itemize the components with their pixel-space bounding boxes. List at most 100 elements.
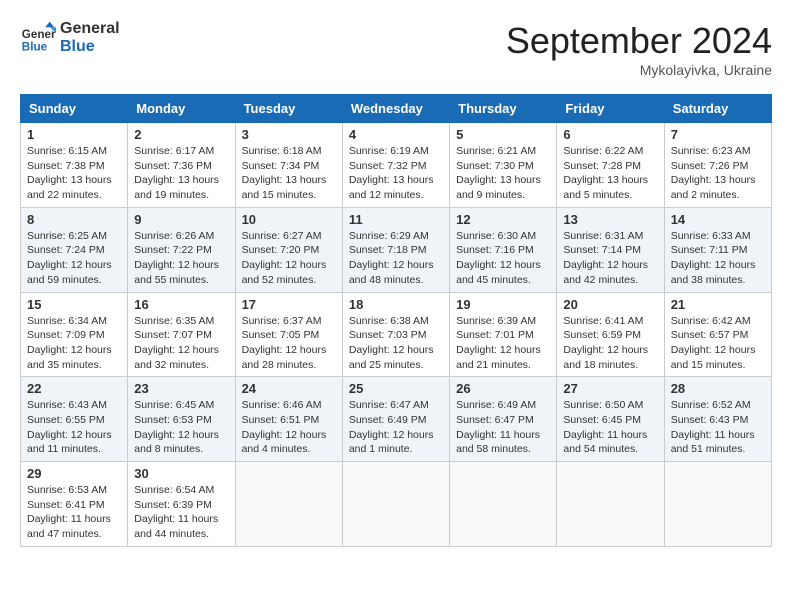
day-info: Sunrise: 6:26 AM Sunset: 7:22 PM Dayligh… — [134, 229, 228, 288]
header-wednesday: Wednesday — [342, 95, 449, 123]
table-row: 6 Sunrise: 6:22 AM Sunset: 7:28 PM Daylig… — [557, 123, 664, 208]
day-number: 24 — [242, 381, 336, 396]
table-row: 29Sunrise: 6:53 AM Sunset: 6:41 PM Dayli… — [21, 462, 128, 547]
location: Mykolayivka, Ukraine — [506, 62, 772, 78]
table-row: 12 Sunrise: 6:30 AM Sunset: 7:16 PM Dayli… — [450, 207, 557, 292]
day-info: Sunrise: 6:21 AM Sunset: 7:30 PM Dayligh… — [456, 144, 550, 203]
day-info: Sunrise: 6:52 AM Sunset: 6:43 PM Dayligh… — [671, 398, 765, 457]
header-sunday: Sunday — [21, 95, 128, 123]
day-number: 10 — [242, 212, 336, 227]
day-info: Sunrise: 6:22 AM Sunset: 7:28 PM Dayligh… — [563, 144, 657, 203]
logo-blue: Blue — [60, 38, 120, 56]
table-row: 5 Sunrise: 6:21 AM Sunset: 7:30 PM Daylig… — [450, 123, 557, 208]
table-row: 10 Sunrise: 6:27 AM Sunset: 7:20 PM Dayli… — [235, 207, 342, 292]
logo-general: General — [60, 20, 120, 38]
day-info: Sunrise: 6:43 AM Sunset: 6:55 PM Dayligh… — [27, 398, 121, 457]
header-monday: Monday — [128, 95, 235, 123]
table-row: 23 Sunrise: 6:45 AM Sunset: 6:53 PM Dayli… — [128, 377, 235, 462]
day-number: 6 — [563, 127, 657, 142]
day-number: 14 — [671, 212, 765, 227]
day-number: 20 — [563, 297, 657, 312]
day-info: Sunrise: 6:37 AM Sunset: 7:05 PM Dayligh… — [242, 314, 336, 373]
day-info: Sunrise: 6:39 AM Sunset: 7:01 PM Dayligh… — [456, 314, 550, 373]
day-number: 29 — [27, 466, 121, 481]
table-row — [557, 462, 664, 547]
day-number: 28 — [671, 381, 765, 396]
table-row: 2Sunrise: 6:17 AM Sunset: 7:36 PM Daylig… — [128, 123, 235, 208]
table-row: 14 Sunrise: 6:33 AM Sunset: 7:11 PM Dayli… — [664, 207, 771, 292]
table-row: 22 Sunrise: 6:43 AM Sunset: 6:55 PM Dayli… — [21, 377, 128, 462]
table-row: 4 Sunrise: 6:19 AM Sunset: 7:32 PM Daylig… — [342, 123, 449, 208]
day-info: Sunrise: 6:49 AM Sunset: 6:47 PM Dayligh… — [456, 398, 550, 457]
svg-text:Blue: Blue — [22, 41, 48, 54]
table-row: 17 Sunrise: 6:37 AM Sunset: 7:05 PM Dayli… — [235, 292, 342, 377]
day-info: Sunrise: 6:34 AM Sunset: 7:09 PM Dayligh… — [27, 314, 121, 373]
table-row: 21 Sunrise: 6:42 AM Sunset: 6:57 PM Dayli… — [664, 292, 771, 377]
day-number: 21 — [671, 297, 765, 312]
day-info: Sunrise: 6:23 AM Sunset: 7:26 PM Dayligh… — [671, 144, 765, 203]
table-row: 26 Sunrise: 6:49 AM Sunset: 6:47 PM Dayli… — [450, 377, 557, 462]
day-number: 25 — [349, 381, 443, 396]
table-row: 1 Sunrise: 6:15 AM Sunset: 7:38 PM Daylig… — [21, 123, 128, 208]
day-info: Sunrise: 6:27 AM Sunset: 7:20 PM Dayligh… — [242, 229, 336, 288]
table-row: 19 Sunrise: 6:39 AM Sunset: 7:01 PM Dayli… — [450, 292, 557, 377]
header-tuesday: Tuesday — [235, 95, 342, 123]
day-number: 11 — [349, 212, 443, 227]
table-row: 28 Sunrise: 6:52 AM Sunset: 6:43 PM Dayli… — [664, 377, 771, 462]
day-info: Sunrise: 6:38 AM Sunset: 7:03 PM Dayligh… — [349, 314, 443, 373]
table-row: 15 Sunrise: 6:34 AM Sunset: 7:09 PM Dayli… — [21, 292, 128, 377]
day-info: Sunrise: 6:29 AM Sunset: 7:18 PM Dayligh… — [349, 229, 443, 288]
day-number: 8 — [27, 212, 121, 227]
day-number: 4 — [349, 127, 443, 142]
header-row: Sunday Monday Tuesday Wednesday Thursday… — [21, 95, 772, 123]
svg-text:General: General — [22, 28, 56, 41]
day-info: Sunrise: 6:33 AM Sunset: 7:11 PM Dayligh… — [671, 229, 765, 288]
day-info: Sunrise: 6:50 AM Sunset: 6:45 PM Dayligh… — [563, 398, 657, 457]
day-info: Sunrise: 6:30 AM Sunset: 7:16 PM Dayligh… — [456, 229, 550, 288]
day-info: Sunrise: 6:15 AM Sunset: 7:38 PM Dayligh… — [27, 144, 121, 203]
logo: General Blue General Blue — [20, 20, 120, 56]
day-info: Sunrise: 6:31 AM Sunset: 7:14 PM Dayligh… — [563, 229, 657, 288]
table-row: 3Sunrise: 6:18 AM Sunset: 7:34 PM Daylig… — [235, 123, 342, 208]
table-row: 20Sunrise: 6:41 AM Sunset: 6:59 PM Dayli… — [557, 292, 664, 377]
day-number: 7 — [671, 127, 765, 142]
day-info: Sunrise: 6:54 AM Sunset: 6:39 PM Dayligh… — [134, 483, 228, 542]
header-thursday: Thursday — [450, 95, 557, 123]
day-number: 16 — [134, 297, 228, 312]
day-number: 26 — [456, 381, 550, 396]
day-number: 5 — [456, 127, 550, 142]
day-number: 12 — [456, 212, 550, 227]
table-row — [450, 462, 557, 547]
day-number: 22 — [27, 381, 121, 396]
table-row: 24Sunrise: 6:46 AM Sunset: 6:51 PM Dayli… — [235, 377, 342, 462]
logo-icon: General Blue — [20, 20, 56, 56]
calendar: Sunday Monday Tuesday Wednesday Thursday… — [20, 94, 772, 547]
day-number: 15 — [27, 297, 121, 312]
day-number: 1 — [27, 127, 121, 142]
month-title: September 2024 — [506, 20, 772, 62]
day-number: 19 — [456, 297, 550, 312]
title-block: September 2024 Mykolayivka, Ukraine — [506, 20, 772, 78]
table-row — [664, 462, 771, 547]
table-row: 18Sunrise: 6:38 AM Sunset: 7:03 PM Dayli… — [342, 292, 449, 377]
header-saturday: Saturday — [664, 95, 771, 123]
day-number: 13 — [563, 212, 657, 227]
header-friday: Friday — [557, 95, 664, 123]
day-info: Sunrise: 6:47 AM Sunset: 6:49 PM Dayligh… — [349, 398, 443, 457]
calendar-row: 22 Sunrise: 6:43 AM Sunset: 6:55 PM Dayli… — [21, 377, 772, 462]
table-row — [342, 462, 449, 547]
table-row: 7 Sunrise: 6:23 AM Sunset: 7:26 PM Daylig… — [664, 123, 771, 208]
day-info: Sunrise: 6:45 AM Sunset: 6:53 PM Dayligh… — [134, 398, 228, 457]
day-info: Sunrise: 6:42 AM Sunset: 6:57 PM Dayligh… — [671, 314, 765, 373]
table-row: 25 Sunrise: 6:47 AM Sunset: 6:49 PM Dayli… — [342, 377, 449, 462]
day-number: 2 — [134, 127, 228, 142]
table-row — [235, 462, 342, 547]
calendar-row: 8Sunrise: 6:25 AM Sunset: 7:24 PM Daylig… — [21, 207, 772, 292]
table-row: 8Sunrise: 6:25 AM Sunset: 7:24 PM Daylig… — [21, 207, 128, 292]
day-info: Sunrise: 6:19 AM Sunset: 7:32 PM Dayligh… — [349, 144, 443, 203]
day-number: 23 — [134, 381, 228, 396]
table-row: 16Sunrise: 6:35 AM Sunset: 7:07 PM Dayli… — [128, 292, 235, 377]
day-number: 17 — [242, 297, 336, 312]
day-number: 9 — [134, 212, 228, 227]
table-row: 9 Sunrise: 6:26 AM Sunset: 7:22 PM Daylig… — [128, 207, 235, 292]
